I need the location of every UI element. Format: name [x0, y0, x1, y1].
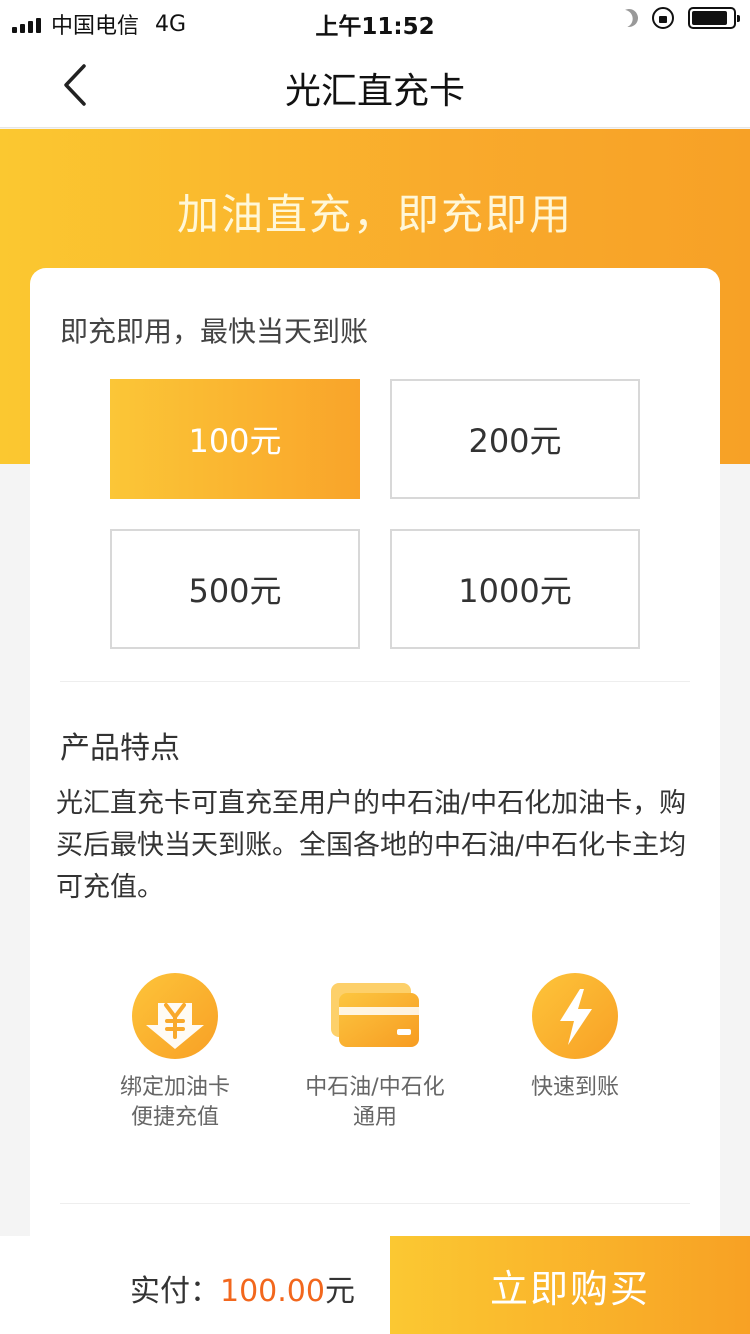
amount-option-1000[interactable]: 1000元: [390, 529, 640, 649]
pay-amount: 100.00: [220, 1274, 325, 1309]
yen-download-icon: [132, 973, 218, 1059]
card-subtitle: 即充即用，最快当天到账: [60, 315, 369, 348]
pay-label: 实付：: [130, 1274, 220, 1309]
feature-label-line2: 通用: [352, 1105, 397, 1130]
battery-icon: [688, 7, 740, 29]
amount-option-100[interactable]: 100元: [110, 379, 360, 499]
status-right: [617, 6, 740, 31]
amount-option-200[interactable]: 200元: [390, 379, 640, 499]
divider: [60, 1203, 690, 1204]
feature-universal: 中石油/中石化 通用: [275, 973, 475, 1133]
divider: [60, 681, 690, 682]
feature-label-line1: 中石油/中石化: [305, 1075, 445, 1100]
page-title: 光汇直充卡: [284, 71, 465, 112]
pay-unit: 元: [324, 1274, 355, 1309]
feature-fast-arrival: 快速到账: [475, 973, 675, 1103]
moon-icon: [617, 6, 642, 31]
banner-title: 加油直充，即充即用: [176, 190, 573, 239]
feature-label-line2: 便捷充值: [130, 1105, 219, 1130]
rotation-lock-icon: [652, 7, 674, 29]
buy-now-button[interactable]: 立即购买: [390, 1236, 750, 1334]
nav-bar: 光汇直充卡: [0, 40, 750, 128]
status-bar: 中国电信 4G 上午11:52: [0, 0, 750, 40]
feature-label-line1: 快速到账: [530, 1075, 619, 1100]
card-icon: [327, 973, 423, 1059]
amount-option-500[interactable]: 500元: [110, 529, 360, 649]
bottom-bar: 实付：100.00元 立即购买: [0, 1236, 750, 1334]
feature-bind-card: 绑定加油卡 便捷充值: [75, 973, 275, 1133]
features-description: 光汇直充卡可直充至用户的中石油/中石化加油卡，购买后最快当天到账。全国各地的中石…: [56, 788, 687, 903]
recharge-card: 即充即用，最快当天到账 100元 200元 500元 1000元 产品特点 光汇…: [30, 268, 720, 1334]
payment-summary: 实付：100.00元: [130, 1266, 355, 1310]
feature-label-line1: 绑定加油卡: [119, 1075, 230, 1100]
features-heading: 产品特点: [60, 731, 180, 766]
lightning-icon: [532, 973, 618, 1059]
